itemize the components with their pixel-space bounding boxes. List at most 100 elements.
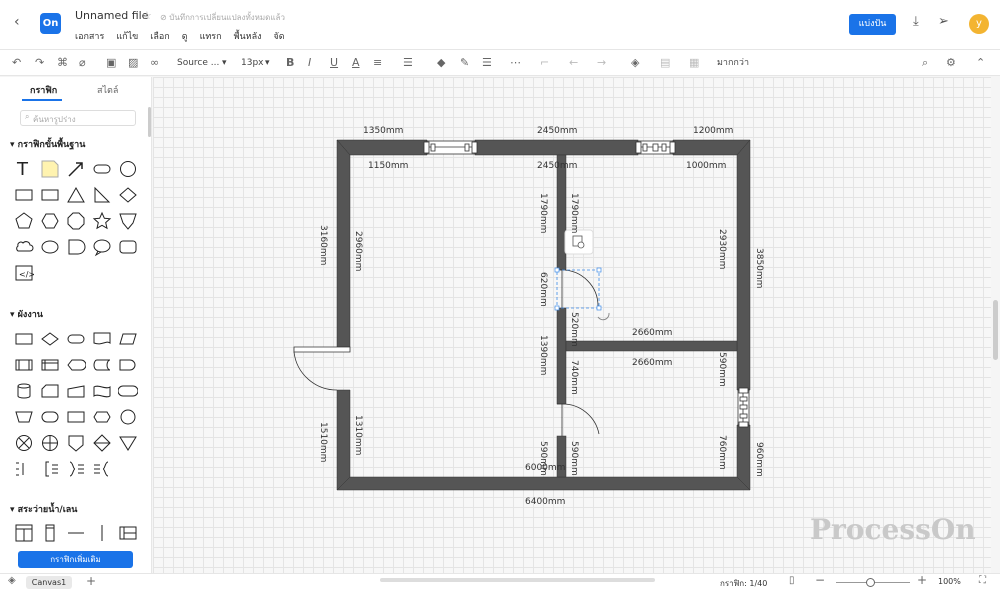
speech-bubble-shape-icon[interactable] [92,237,112,257]
menu-select[interactable]: เลือก [150,29,169,43]
data-shape-icon[interactable] [118,329,138,349]
tab-style[interactable]: สไตล์ [97,83,118,97]
merge-shape-icon[interactable] [118,433,138,453]
line-style-icon[interactable]: ⋯ [510,56,521,70]
line-width-icon[interactable]: ☰ [482,56,492,70]
hexagon-shape-icon[interactable] [40,211,60,231]
drawing-canvas[interactable]: 1350mm 2450mm 1200mm 1150mm 2450mm 1000m… [153,77,991,573]
line-color-icon[interactable]: ✎ [460,56,469,70]
or-shape-icon[interactable] [40,433,60,453]
line-height-icon[interactable]: ≡ [373,56,382,70]
more-button[interactable]: มากกว่า [717,56,749,70]
octagon-shape-icon[interactable] [66,211,86,231]
link-icon[interactable]: ∞ [150,56,159,70]
menu-arrange[interactable]: จัด [274,29,285,43]
arrow-start-icon[interactable]: ← [569,56,578,70]
settings-icon[interactable]: ⚙ [946,56,956,70]
fullscreen-icon[interactable]: ⛶ [979,575,986,586]
style-icon[interactable]: ▣ [106,56,116,70]
layers-icon[interactable]: ◈ [8,575,16,586]
rectangle-shape-icon[interactable] [14,185,34,205]
decision-shape-icon[interactable] [40,329,60,349]
connector-icon[interactable]: ⌐ [540,56,549,70]
menu-document[interactable]: เอกสาร [75,29,104,43]
arrange-icon[interactable]: ▤ [660,56,670,70]
zoom-in-icon[interactable]: + [917,573,927,587]
horizontal-scrollbar[interactable] [380,578,655,582]
vertical-lane-shape-icon[interactable] [40,523,60,543]
brace-left-shape-icon[interactable] [92,459,112,479]
annotation-shape-icon[interactable] [14,459,34,479]
zoom-out-icon[interactable]: − [815,573,825,587]
table-icon[interactable]: ▦ [689,56,699,70]
font-family-select[interactable]: Source ... [177,56,219,70]
stored-data-shape-icon[interactable] [92,355,112,375]
find-icon[interactable]: ⌕ [922,56,928,70]
bracket-left-shape-icon[interactable] [40,459,60,479]
pool-shape-icon[interactable] [14,523,34,543]
paper-tape-shape-icon[interactable] [92,381,112,401]
fill-color-icon[interactable]: ◆ [437,56,445,70]
off-page-reference-shape-icon[interactable] [66,433,86,453]
share-button[interactable]: แบ่งปัน [849,14,896,35]
canvas-scrollbar[interactable] [993,300,998,360]
chevron-down-icon[interactable]: ▾ [265,56,270,70]
connector-shape-icon[interactable] [118,407,138,427]
diamond-shape-icon[interactable] [118,185,138,205]
horizontal-separator-shape-icon[interactable] [66,523,86,543]
menu-background[interactable]: พื้นหลัง [234,29,262,43]
back-icon[interactable]: ‹ [14,14,20,30]
arrow-end-icon[interactable]: → [597,56,606,70]
ellipse-shape-icon[interactable] [40,237,60,257]
off-page-shape-icon[interactable] [92,407,112,427]
card-shape-icon[interactable] [40,381,60,401]
file-title[interactable]: Unnamed file [75,9,148,22]
redo-icon[interactable]: ↷ [35,56,44,70]
arrow-shape-icon[interactable] [66,159,86,179]
star-icon[interactable]: ☆ [142,9,152,22]
terminator-shape-icon[interactable] [66,329,86,349]
floor-plan[interactable]: 1350mm 2450mm 1200mm 1150mm 2450mm 1000m… [153,77,991,573]
format-painter-icon[interactable]: ⌘ [57,56,68,70]
rounded-rect-shape-icon[interactable] [92,159,112,179]
trapezoid-shape-icon[interactable] [14,407,34,427]
right-triangle-shape-icon[interactable] [92,185,112,205]
chevron-down-icon[interactable]: ▾ [222,56,227,70]
code-shape-icon[interactable]: </> [14,263,34,283]
font-size-select[interactable]: 13px [241,56,264,70]
sort-shape-icon[interactable] [92,433,112,453]
zoom-slider-thumb[interactable] [866,578,875,587]
pentagon-shape-icon[interactable] [14,211,34,231]
vertical-separator-shape-icon[interactable] [92,523,112,543]
map-icon[interactable]: ▯ [789,575,795,586]
bold-icon[interactable]: B [286,56,294,70]
collapse-icon[interactable]: ⌃ [976,56,985,70]
align-icon[interactable]: ☰ [403,56,413,70]
inverted-pentagon-shape-icon[interactable] [118,211,138,231]
section-basic-shapes[interactable]: ▾ กราฟิกขั้นพื้นฐาน [10,137,85,151]
add-canvas-icon[interactable]: + [86,574,96,588]
predefined-process-shape-icon[interactable] [14,355,34,375]
menu-view[interactable]: ดู [182,29,188,43]
horizontal-pool-shape-icon[interactable] [118,523,138,543]
database-shape-icon[interactable] [14,381,34,401]
font-color-icon[interactable]: A [352,56,360,70]
summing-junction-shape-icon[interactable] [14,433,34,453]
rounded-square-shape-icon[interactable] [118,237,138,257]
avatar[interactable]: y [969,14,989,34]
undo-icon[interactable]: ↶ [12,56,21,70]
underline-icon[interactable]: U [330,56,338,70]
app-logo[interactable]: On [40,13,61,34]
menu-edit[interactable]: แก้ไข [116,29,138,43]
star-shape-icon[interactable] [92,211,112,231]
italic-icon[interactable]: I [308,56,311,70]
clear-format-icon[interactable]: ⌀ [79,56,86,70]
process-shape-icon[interactable] [14,329,34,349]
more-shapes-button[interactable]: กราฟิกเพิ่มเติม [18,551,133,568]
section-flowchart[interactable]: ▾ ผังงาน [10,307,43,321]
menu-insert[interactable]: แทรก [200,29,222,43]
manual-operation-shape-icon[interactable] [118,381,138,401]
download-icon[interactable]: ⤓ [913,14,919,29]
image-icon[interactable]: ▨ [128,56,138,70]
layer-icon[interactable]: ◈ [631,56,639,70]
